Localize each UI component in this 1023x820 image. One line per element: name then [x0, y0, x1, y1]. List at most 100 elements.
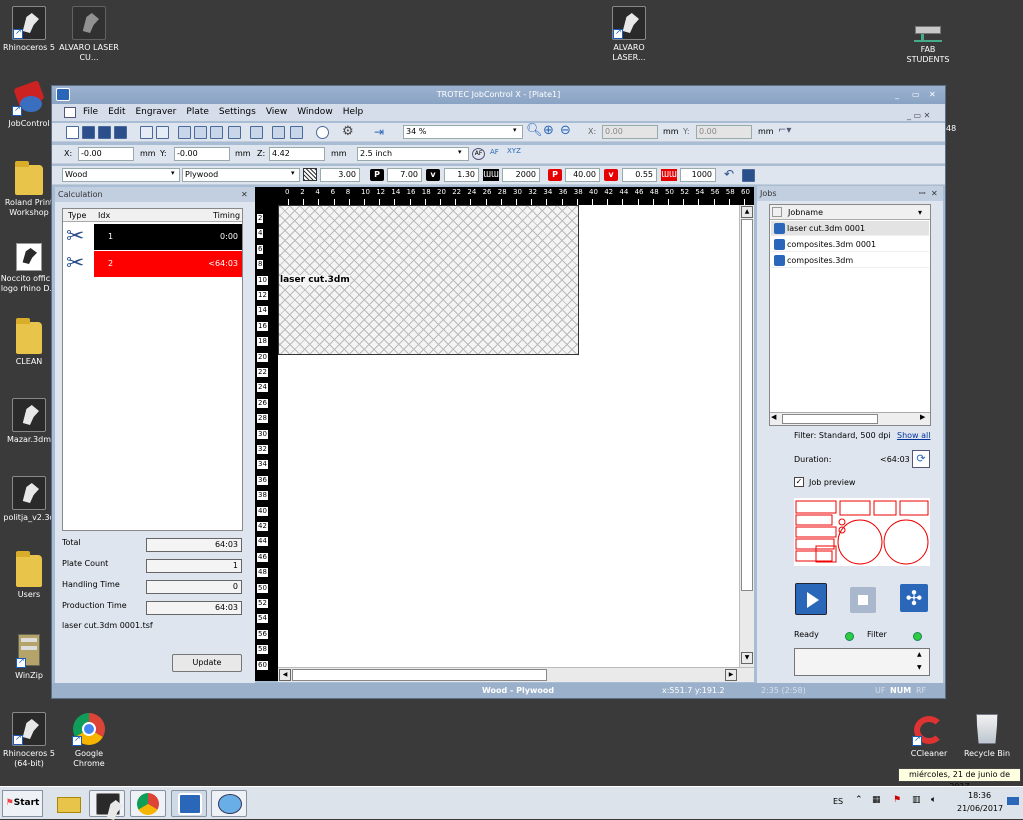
arrange-icon[interactable] — [194, 126, 207, 139]
play-button[interactable] — [795, 583, 827, 615]
coord-origin-icon[interactable]: ⌐▾ — [778, 125, 791, 136]
title-bar[interactable]: TROTEC JobControl X - [Plate1] _ ▭ ✕ — [52, 86, 945, 104]
scroll-down-icon[interactable]: ▼ — [741, 652, 753, 664]
save-material-icon[interactable] — [742, 169, 755, 182]
stop-button[interactable] — [850, 587, 876, 613]
print-plate-icon[interactable] — [272, 126, 285, 139]
open-icon[interactable] — [98, 126, 111, 139]
scroll-left-icon[interactable]: ◀ — [279, 669, 291, 681]
menu-help[interactable]: Help — [343, 104, 364, 121]
copy-plate-icon[interactable] — [250, 126, 263, 139]
update-button[interactable]: Update — [172, 654, 242, 672]
passes-icon[interactable] — [303, 168, 317, 181]
xyz-icon[interactable]: XYZ — [507, 147, 521, 155]
battery-icon[interactable]: ▥ — [912, 795, 921, 805]
print-plate-all-icon[interactable] — [290, 126, 303, 139]
move-icon[interactable]: ⇥ — [374, 125, 384, 139]
desktop-icon-recycle-bin[interactable]: Recycle Bin — [948, 712, 1023, 759]
job-item[interactable]: laser cut.3dm 0001 — [771, 221, 929, 236]
message-box[interactable]: ▲ ▼ — [794, 648, 930, 676]
velocity-red-field[interactable]: 0.55 — [622, 168, 657, 182]
spin-down-icon[interactable]: ▼ — [917, 664, 922, 671]
close-icon[interactable]: ✕ — [931, 186, 938, 201]
desktop-icon-alvaro-laser-cut[interactable]: ALVARO LASER CU... — [50, 6, 128, 63]
scroll-thumb[interactable] — [292, 669, 547, 681]
chevron-down-icon[interactable]: ▾ — [918, 205, 922, 220]
undo-icon[interactable]: ↶ — [724, 167, 734, 181]
eye-icon[interactable] — [316, 126, 329, 139]
language-indicator[interactable]: ES — [833, 797, 843, 806]
refresh-duration-icon[interactable]: ⟳ — [912, 450, 930, 468]
horizontal-scrollbar[interactable]: ◀ ▶ — [278, 667, 754, 682]
menu-settings[interactable]: Settings — [219, 104, 256, 121]
power-red-field[interactable]: 40.00 — [565, 168, 600, 182]
menu-view[interactable]: View — [266, 104, 287, 121]
taskbar-rhino[interactable] — [89, 790, 125, 817]
frequency-red-field[interactable]: 1000 — [680, 168, 716, 182]
job-preview-checkbox[interactable]: ✓ — [794, 477, 804, 487]
security-icon[interactable]: ⚑ — [893, 795, 901, 805]
show-hidden-icon[interactable]: ⌃ — [855, 795, 863, 805]
chevron-down-icon[interactable]: ▾ — [513, 126, 517, 134]
zoom-out-icon[interactable]: ⊖ — [560, 123, 571, 138]
start-button[interactable]: ⚑Start — [2, 790, 43, 817]
scroll-right-icon[interactable]: ▶ — [725, 669, 737, 681]
passes-field[interactable]: 3.00 — [320, 168, 360, 182]
spin-up-icon[interactable]: ▲ — [917, 651, 922, 658]
minimize-icon[interactable]: _ — [895, 86, 899, 104]
pin-icon[interactable]: ꟷ — [919, 186, 926, 201]
grid-icon[interactable] — [140, 126, 153, 139]
af-height-icon[interactable]: AF — [490, 148, 499, 156]
menu-window[interactable]: Window — [297, 104, 333, 121]
power-black-field[interactable]: 7.00 — [387, 168, 422, 182]
y-coord-field[interactable]: 0.00 — [696, 125, 752, 139]
zoom-fit-icon[interactable]: 🔍︎ — [526, 123, 543, 138]
taskbar-explorer[interactable] — [51, 790, 87, 817]
marker-icon[interactable] — [210, 126, 223, 139]
menu-plate[interactable]: Plate — [186, 104, 209, 121]
clock-date[interactable]: 21/06/2017 — [957, 804, 1003, 813]
mdi-controls[interactable]: _ ▭ ✕ — [907, 107, 930, 124]
gear-icon[interactable]: ⚙ — [342, 125, 354, 139]
zoom-select[interactable]: 34 % — [403, 125, 523, 139]
material-select[interactable]: Plywood — [182, 168, 300, 182]
taskbar-jobcontrol[interactable] — [171, 790, 207, 817]
maximize-icon[interactable]: ▭ — [912, 86, 920, 104]
taskbar-chrome[interactable] — [130, 790, 166, 817]
autofocus-icon[interactable]: AF — [472, 148, 485, 160]
clock-time[interactable]: 18:36 — [968, 791, 991, 800]
close-icon[interactable]: ✕ — [929, 86, 936, 104]
desktop-icon-alvaro-laser[interactable]: ALVARO LASER... — [590, 6, 668, 63]
new-icon[interactable] — [66, 126, 79, 139]
add-plate-icon[interactable] — [228, 126, 241, 139]
menu-edit[interactable]: Edit — [108, 104, 125, 121]
app-icon[interactable] — [56, 88, 70, 101]
chevron-down-icon[interactable]: ▾ — [291, 169, 295, 177]
scroll-thumb[interactable] — [741, 219, 753, 591]
close-icon[interactable]: ✕ — [241, 187, 248, 202]
align-icon[interactable] — [178, 126, 191, 139]
menu-engraver[interactable]: Engraver — [136, 104, 177, 121]
snap-icon[interactable] — [156, 126, 169, 139]
taskbar-paint[interactable] — [211, 790, 247, 817]
vertical-scrollbar[interactable]: ▲ ▼ — [739, 205, 754, 667]
show-desktop-icon[interactable] — [1007, 797, 1019, 805]
velocity-black-field[interactable]: 1.30 — [444, 168, 479, 182]
chevron-down-icon[interactable]: ▾ — [458, 148, 462, 156]
chevron-down-icon[interactable]: ▾ — [171, 169, 175, 177]
thickness-select[interactable]: 2.5 inch — [357, 147, 469, 161]
calc-row[interactable]: ✂ 1 0:00 — [62, 224, 242, 250]
exhaust-fan-button[interactable]: ✣ — [900, 584, 928, 612]
zoom-in-icon[interactable]: ⊕ — [543, 123, 554, 138]
frequency-black-field[interactable]: 2000 — [502, 168, 540, 182]
desktop-icon-google-chrome[interactable]: Google Chrome — [50, 712, 128, 769]
pos-z-field[interactable]: 4.42 — [269, 147, 325, 161]
doc-icon[interactable] — [64, 107, 76, 118]
desktop-icon-fab-students[interactable]: FAB STUDENTS — [889, 14, 967, 65]
pos-x-field[interactable]: -0.00 — [78, 147, 134, 161]
volume-icon[interactable]: 🔈︎ — [931, 795, 936, 805]
pos-y-field[interactable]: -0.00 — [174, 147, 230, 161]
scroll-up-icon[interactable]: ▲ — [741, 206, 753, 218]
network-icon[interactable]: ▦ — [872, 795, 881, 805]
calc-row[interactable]: ✂ 2 <64:03 — [62, 251, 242, 277]
